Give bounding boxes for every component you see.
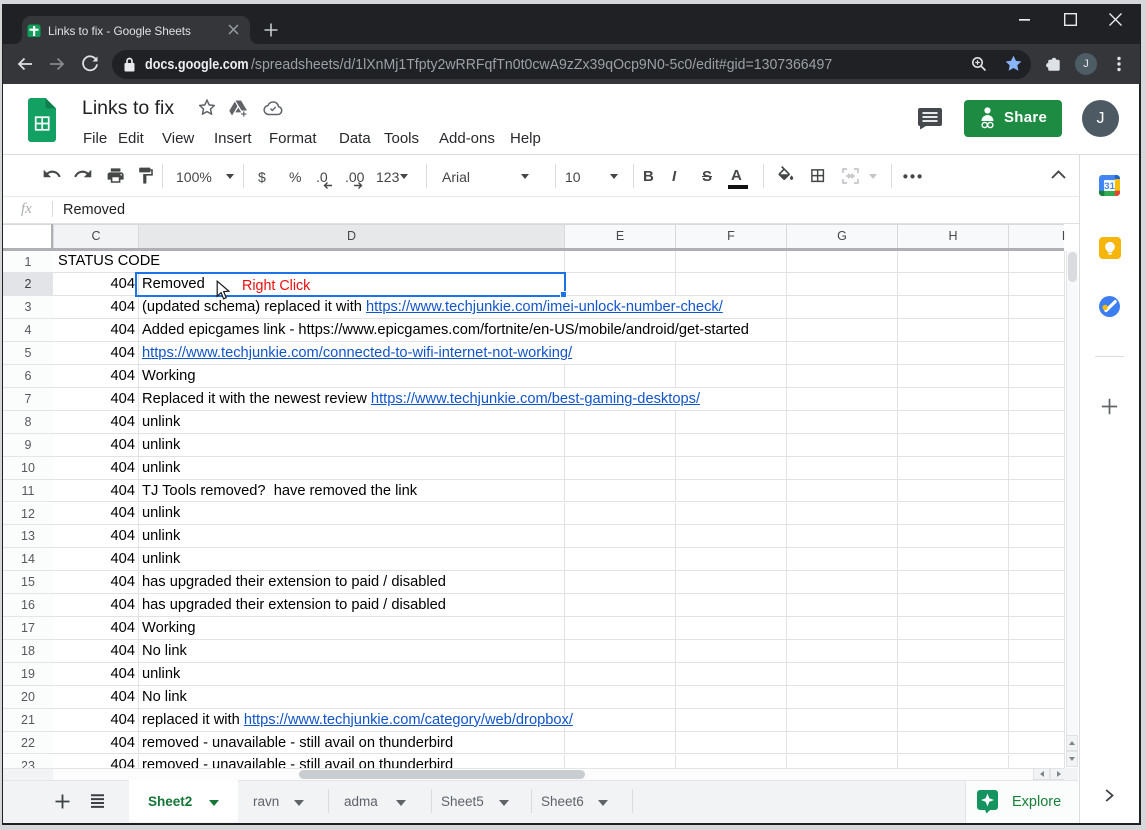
svg-text:31: 31: [1104, 181, 1115, 192]
